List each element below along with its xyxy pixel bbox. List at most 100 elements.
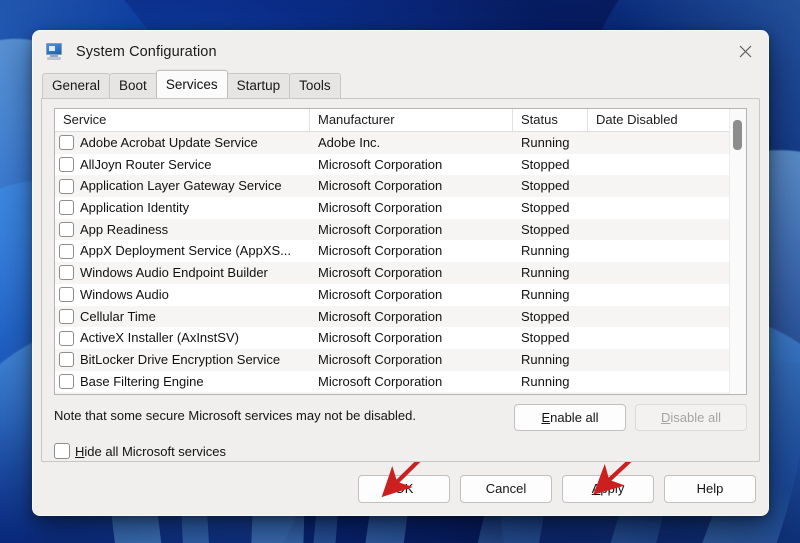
- disable-all-label: isable all: [670, 410, 721, 425]
- cell-manufacturer: Microsoft Corporation: [318, 351, 443, 367]
- cell-status: Stopped: [521, 221, 570, 237]
- vertical-scrollbar[interactable]: [729, 109, 746, 394]
- table-row[interactable]: Windows Audio Microsoft Corporation Runnin…: [55, 284, 746, 306]
- cell-date-disabled: [588, 392, 736, 394]
- cell-date-disabled: [588, 284, 736, 306]
- table-row[interactable]: Cellular Time Microsoft Corporation Stoppe…: [55, 305, 746, 328]
- table-row[interactable]: AllJoyn Router Service Microsoft Corporat…: [55, 154, 746, 176]
- service-name: AppX Deployment Service (AppXS...: [80, 243, 291, 259]
- service-checkbox[interactable]: [59, 178, 74, 194]
- cell-service: AppX Deployment Service (AppXS...: [55, 240, 310, 262]
- cell-date-disabled: [588, 132, 736, 154]
- help-button[interactable]: Help: [664, 474, 756, 503]
- hide-accel: H: [75, 443, 85, 459]
- service-checkbox[interactable]: [59, 222, 74, 238]
- table-row[interactable]: Background Intelligent Transfer S... Micr…: [55, 392, 746, 394]
- enable-all-button[interactable]: Enable all: [514, 404, 626, 431]
- cell-date-disabled: [588, 349, 736, 371]
- cell-status: Stopped: [521, 178, 570, 194]
- cell-manufacturer: Adobe Inc.: [318, 135, 381, 150]
- cell-status: Running: [521, 265, 570, 281]
- tab-startup[interactable]: Startup: [226, 73, 291, 98]
- close-icon[interactable]: [722, 31, 768, 72]
- column-header-service[interactable]: Service: [55, 109, 310, 131]
- service-checkbox[interactable]: [59, 265, 74, 281]
- cell-date-disabled: [588, 262, 736, 284]
- services-list: Service Manufacturer Status Date Disable…: [54, 108, 747, 395]
- desktop: System Configuration General Boot Servic…: [0, 0, 800, 543]
- service-name: Windows Audio Endpoint Builder: [80, 265, 268, 281]
- table-row[interactable]: Windows Audio Endpoint Builder Microsoft …: [55, 262, 746, 284]
- cancel-button[interactable]: Cancel: [460, 474, 552, 503]
- cell-service: BitLocker Drive Encryption Service: [55, 349, 310, 371]
- table-row[interactable]: App Readiness Microsoft Corporation Stoppe…: [55, 218, 746, 241]
- services-list-rows: Adobe Acrobat Update Service Adobe Inc. Ru…: [55, 132, 746, 394]
- ok-label: OK: [394, 480, 414, 496]
- service-checkbox[interactable]: [59, 330, 74, 346]
- column-header-status[interactable]: Status: [513, 109, 588, 131]
- service-name: Application Layer Gateway Service: [80, 178, 282, 194]
- table-row[interactable]: BitLocker Drive Encryption Service Micros…: [55, 348, 746, 371]
- cell-manufacturer: Microsoft Corporation: [318, 265, 443, 281]
- cell-service: Adobe Acrobat Update Service: [55, 132, 310, 154]
- hide-microsoft-services-label[interactable]: Hide all Microsoft services: [75, 444, 226, 459]
- service-checkbox[interactable]: [59, 373, 74, 389]
- table-row[interactable]: Base Filtering Engine Microsoft Corporati…: [55, 371, 746, 393]
- cell-date-disabled: [588, 306, 736, 328]
- cell-manufacturer: Microsoft Corporation: [318, 178, 443, 194]
- table-row[interactable]: Application Identity Microsoft Corporatio…: [55, 197, 746, 219]
- table-row[interactable]: AppX Deployment Service (AppXS... Microso…: [55, 240, 746, 262]
- service-checkbox[interactable]: [59, 243, 74, 259]
- column-header-manufacturer[interactable]: Manufacturer: [310, 109, 513, 131]
- tab-strip: General Boot Services Startup Tools: [33, 70, 768, 98]
- dialog-footer: OK Cancel Apply Help: [33, 462, 768, 515]
- service-checkbox[interactable]: [59, 135, 74, 151]
- hide-microsoft-services-checkbox[interactable]: [54, 443, 70, 459]
- cell-manufacturer: Microsoft Corporation: [318, 286, 443, 302]
- cell-service: Windows Audio Endpoint Builder: [55, 262, 310, 284]
- ok-button[interactable]: OK: [358, 474, 450, 503]
- tab-boot[interactable]: Boot: [109, 73, 157, 98]
- tab-services[interactable]: Services: [155, 70, 228, 98]
- cell-status: Stopped: [521, 156, 570, 172]
- help-label: Help: [696, 480, 724, 496]
- cell-manufacturer: Microsoft Corporation: [318, 243, 443, 259]
- scrollbar-thumb[interactable]: [733, 120, 742, 150]
- cell-date-disabled: [588, 197, 736, 219]
- enable-all-label: nable all: [550, 410, 599, 425]
- cell-date-disabled: [588, 327, 736, 349]
- service-checkbox[interactable]: [59, 200, 74, 216]
- cell-status: Running: [521, 286, 570, 302]
- cell-service: Cellular Time: [55, 306, 310, 328]
- title-bar: System Configuration: [33, 31, 768, 72]
- cell-service: Application Layer Gateway Service: [55, 175, 310, 197]
- cell-status: Stopped: [513, 392, 588, 394]
- cell-manufacturer: Microsoft Corporation: [318, 200, 443, 216]
- service-name: ActiveX Installer (AxInstSV): [80, 330, 239, 346]
- service-name: Windows Audio: [80, 286, 169, 302]
- cell-manufacturer: Microsoft Corporation: [318, 221, 443, 237]
- cell-manufacturer: Microsoft Corporation: [318, 156, 443, 172]
- bulk-action-buttons: Enable all Disable all: [514, 404, 747, 431]
- table-row[interactable]: Application Layer Gateway Service Microso…: [55, 175, 746, 198]
- service-checkbox[interactable]: [59, 157, 74, 173]
- service-checkbox[interactable]: [59, 287, 74, 303]
- hide-microsoft-services-row[interactable]: Hide all Microsoft services: [54, 443, 747, 459]
- column-header-date-disabled[interactable]: Date Disabled: [588, 109, 736, 131]
- table-row[interactable]: Adobe Acrobat Update Service Adobe Inc. Ru…: [55, 132, 746, 154]
- service-checkbox[interactable]: [59, 308, 74, 324]
- tab-tools[interactable]: Tools: [289, 73, 341, 98]
- services-list-header: Service Manufacturer Status Date Disable…: [55, 109, 746, 132]
- service-checkbox[interactable]: [59, 352, 74, 368]
- apply-button[interactable]: Apply: [562, 474, 654, 503]
- services-tab-panel: Service Manufacturer Status Date Disable…: [41, 98, 760, 462]
- cell-service: AllJoyn Router Service: [55, 154, 310, 176]
- system-configuration-window: System Configuration General Boot Servic…: [32, 30, 769, 516]
- cell-date-disabled: [588, 154, 736, 176]
- tab-general[interactable]: General: [42, 73, 111, 98]
- disable-all-button[interactable]: Disable all: [635, 404, 747, 431]
- cell-date-disabled: [588, 175, 736, 197]
- table-row[interactable]: ActiveX Installer (AxInstSV) Microsoft Co…: [55, 327, 746, 349]
- cell-manufacturer: Microsoft Corporation: [310, 392, 513, 394]
- cell-service: Background Intelligent Transfer S...: [55, 392, 310, 394]
